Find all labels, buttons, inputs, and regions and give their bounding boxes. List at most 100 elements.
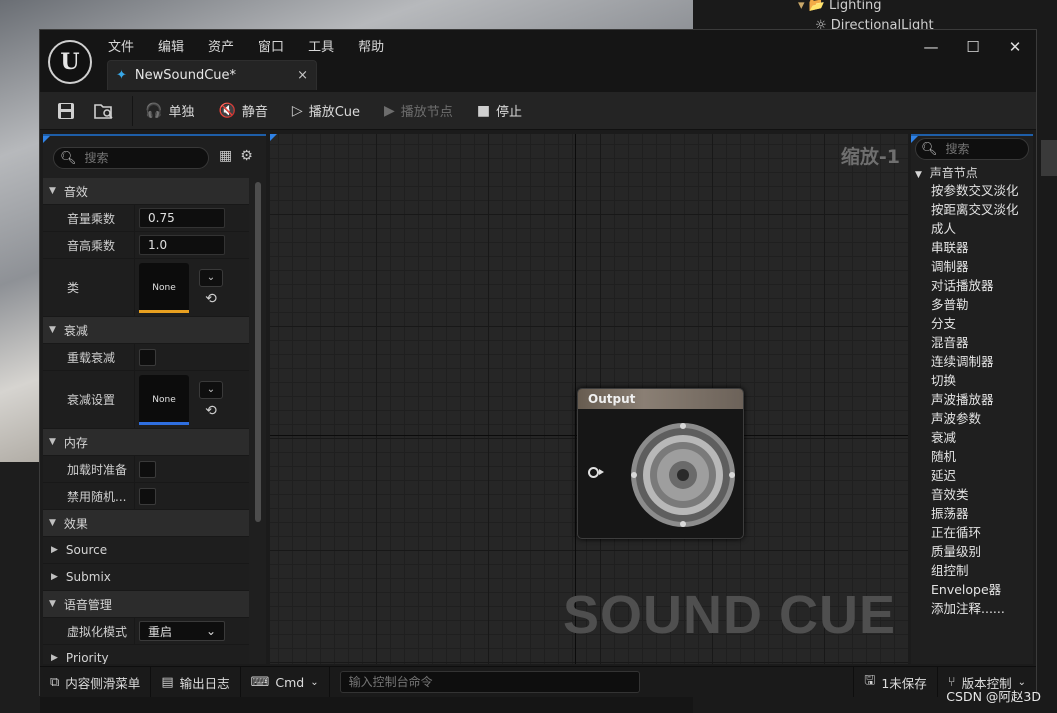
details-search-input[interactable]	[84, 151, 195, 165]
gear-icon[interactable]: ⚙	[240, 148, 253, 164]
palette-item[interactable]: 声波参数	[931, 409, 1019, 428]
details-search-box[interactable]: 🔍︎	[53, 147, 209, 169]
unreal-logo-icon[interactable]: U	[48, 40, 92, 84]
menu-tools[interactable]: 工具	[308, 36, 346, 55]
prop-label: 音高乘数	[43, 232, 135, 258]
tab-label: NewSoundCue*	[134, 68, 237, 83]
palette-item[interactable]: 质量级别	[931, 542, 1019, 561]
palette-item[interactable]: 成人	[931, 219, 1019, 238]
details-scrollbar[interactable]	[255, 182, 261, 522]
palette-item[interactable]: 音效类	[931, 485, 1019, 504]
background-panel	[0, 462, 40, 713]
palette-item[interactable]: 多普勒	[931, 295, 1019, 314]
subcategory-priority[interactable]: ▶ Priority	[43, 645, 249, 664]
menu-window[interactable]: 窗口	[258, 36, 296, 55]
sound-cue-graph[interactable]: 缩放-1 SOUND CUE Output	[270, 134, 908, 664]
preload-checkbox[interactable]	[139, 460, 156, 478]
chevron-down-icon: ⌄	[205, 624, 216, 638]
output-node[interactable]: Output	[577, 388, 744, 539]
override-attenuation-checkbox[interactable]	[139, 348, 156, 366]
output-log-button[interactable]: ▤ 输出日志	[151, 667, 241, 697]
save-icon[interactable]	[54, 99, 78, 123]
close-button[interactable]: ✕	[994, 38, 1036, 56]
palette-item[interactable]: 延迟	[931, 466, 1019, 485]
palette-item[interactable]: 振荡器	[931, 504, 1019, 523]
menu-bar: 文件 编辑 资产 窗口 工具 帮助	[108, 36, 408, 55]
disable-random-checkbox[interactable]	[139, 487, 156, 505]
prop-label: 加载时准备	[43, 456, 135, 482]
category-effects[interactable]: ▼ 效果	[43, 510, 249, 537]
palette-item[interactable]: 调制器	[931, 257, 1019, 276]
pitch-multiplier-input[interactable]: 1.0	[139, 235, 225, 255]
mute-button[interactable]: 🔇 静音	[218, 101, 267, 121]
title-bar: U 文件 编辑 资产 窗口 工具 帮助 ✦ NewSoundCue* × — ☐…	[40, 30, 1036, 92]
play-node-button[interactable]: ▶ 播放节点	[384, 101, 453, 121]
category-voice-management[interactable]: ▼ 语音管理	[43, 591, 249, 618]
collapsed-arrow-icon: ▶	[51, 572, 58, 582]
table-view-icon[interactable]: ▦	[219, 148, 232, 164]
chevron-down-icon: ⌄	[310, 676, 319, 688]
palette-item[interactable]: 正在循环	[931, 523, 1019, 542]
unsaved-button[interactable]: 🖫 1未保存	[853, 667, 937, 697]
palette-item[interactable]: Envelope器	[931, 580, 1019, 599]
tab-close-icon[interactable]: ×	[297, 68, 308, 83]
palette-item[interactable]: 组控制	[931, 561, 1019, 580]
palette-item[interactable]: 按距离交叉淡化	[931, 200, 1019, 219]
menu-file[interactable]: 文件	[108, 36, 146, 55]
stop-button[interactable]: ■ 停止	[477, 101, 522, 121]
background-scrollbar	[1041, 140, 1057, 176]
palette-item[interactable]: 声波播放器	[931, 390, 1019, 409]
category-sound[interactable]: ▼ 音效	[43, 178, 249, 205]
prop-label: 衰减设置	[43, 371, 135, 428]
outliner-item-lighting[interactable]: ▾ 📂 Lighting	[798, 0, 882, 13]
tab-new-sound-cue[interactable]: ✦ NewSoundCue* ×	[107, 60, 317, 90]
palette-item[interactable]: 切换	[931, 371, 1019, 390]
palette-item[interactable]: 串联器	[931, 238, 1019, 257]
mute-icon: 🔇	[218, 102, 236, 119]
solo-button[interactable]: 🎧 单独	[145, 101, 194, 121]
minimize-button[interactable]: —	[910, 38, 952, 56]
chevron-down-icon[interactable]: ⌄	[199, 380, 223, 399]
subcategory-submix[interactable]: ▶ Submix	[43, 564, 249, 591]
palette-item[interactable]: 衰减	[931, 428, 1019, 447]
palette-item[interactable]: 连续调制器	[931, 352, 1019, 371]
palette-search-input[interactable]	[945, 142, 1026, 156]
category-attenuation[interactable]: ▼ 衰减	[43, 317, 249, 344]
browse-folder-icon[interactable]	[92, 99, 116, 123]
chevron-down-icon[interactable]: ⌄	[199, 268, 223, 287]
console-command-input[interactable]	[339, 671, 640, 693]
palette-item[interactable]: 随机	[931, 447, 1019, 466]
details-panel: 🔍︎ ▦ ⚙ ▼ 音效 音量乘数 0.75 音高乘数 1.0 类	[43, 134, 266, 664]
play-node-icon: ▶	[384, 102, 395, 119]
reset-arrow-icon[interactable]: ⟲	[199, 403, 223, 419]
menu-help[interactable]: 帮助	[358, 36, 396, 55]
category-memory[interactable]: ▼ 内存	[43, 429, 249, 456]
pin-arrow-icon	[599, 469, 604, 475]
palette-category-sound-nodes[interactable]: ▼ 声音节点	[915, 164, 978, 181]
sound-class-thumbnail[interactable]: None	[139, 262, 189, 313]
attenuation-thumbnail[interactable]: None	[139, 374, 189, 425]
palette-item[interactable]: 分支	[931, 314, 1019, 333]
palette-item[interactable]: 混音器	[931, 333, 1019, 352]
palette-item[interactable]: 添加注释......	[931, 599, 1019, 618]
subcategory-source[interactable]: ▶ Source	[43, 537, 249, 564]
menu-asset[interactable]: 资产	[208, 36, 246, 55]
volume-multiplier-input[interactable]: 0.75	[139, 208, 225, 228]
cmd-dropdown[interactable]: ⌨ Cmd ⌄	[241, 667, 330, 697]
palette-search-box[interactable]: 🔍︎	[915, 138, 1029, 160]
palette-item[interactable]: 按参数交叉淡化	[931, 181, 1019, 200]
details-tools: ▦ ⚙	[219, 148, 253, 164]
collapsed-arrow-icon: ▶	[51, 653, 58, 663]
prop-label: 音量乘数	[43, 205, 135, 231]
maximize-button[interactable]: ☐	[952, 38, 994, 56]
content-drawer-button[interactable]: ⧉ 内容侧滑菜单	[40, 667, 152, 697]
reset-arrow-icon[interactable]: ⟲	[199, 291, 223, 307]
input-pin[interactable]	[588, 467, 599, 478]
menu-edit[interactable]: 编辑	[158, 36, 196, 55]
play-cue-button[interactable]: ▷ 播放Cue	[292, 101, 360, 121]
virtualization-mode-dropdown[interactable]: 重启 ⌄	[139, 621, 225, 641]
palette-item[interactable]: 对话播放器	[931, 276, 1019, 295]
output-node-title: Output	[578, 389, 743, 409]
expanded-arrow-icon: ▼	[49, 186, 56, 196]
headphones-icon: 🎧	[145, 102, 163, 119]
